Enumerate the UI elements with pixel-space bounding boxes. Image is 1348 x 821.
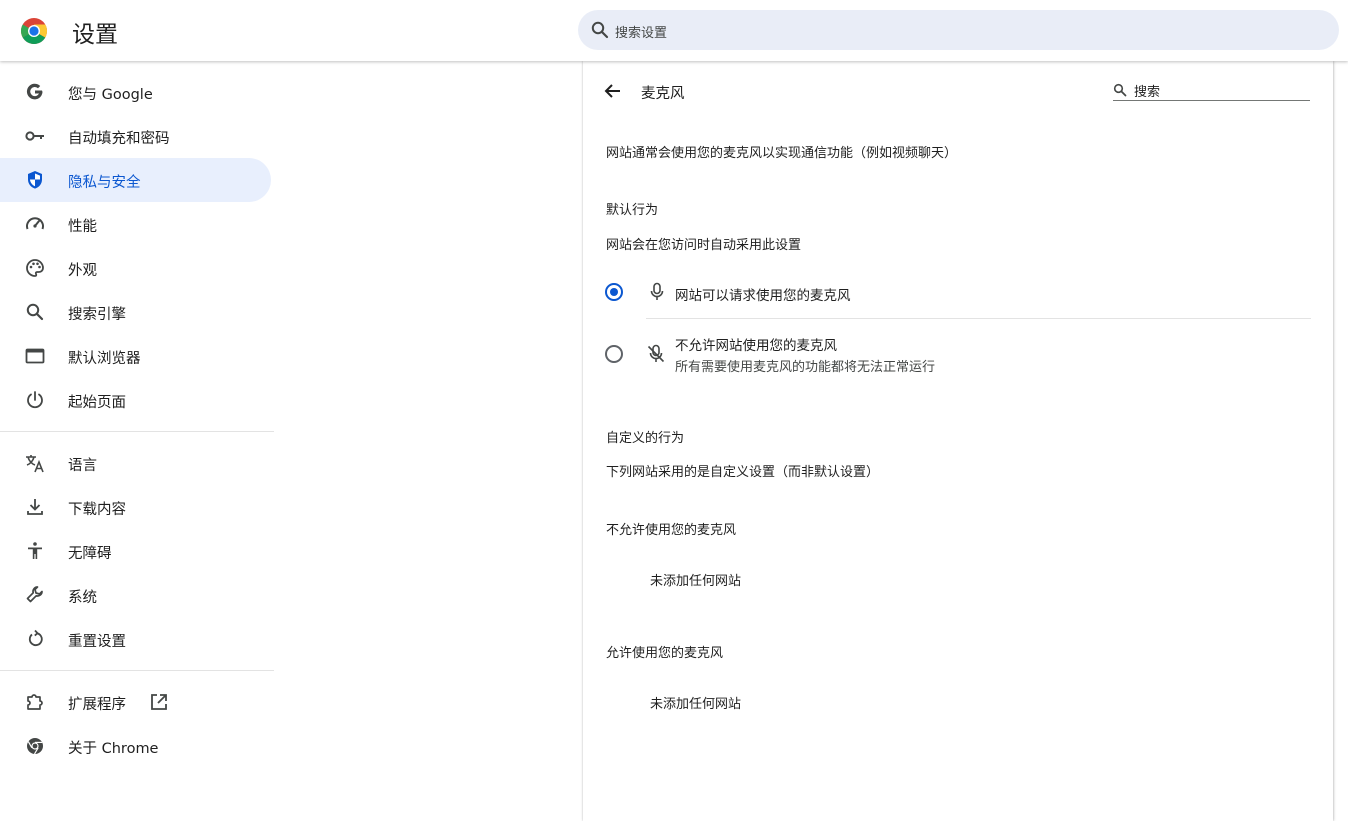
sidebar-item-default-browser[interactable]: 默认浏览器 (0, 334, 271, 378)
option-sublabel: 所有需要使用麦克风的功能都将无法正常运行 (675, 360, 936, 375)
radio-button[interactable] (605, 283, 623, 301)
option-allow-ask[interactable]: 网站可以请求使用您的麦克风 (583, 275, 1333, 319)
page-description: 网站通常会使用您的麦克风以实现通信功能（例如视频聊天） (606, 146, 958, 161)
sidebar-item-search-engine[interactable]: 搜索引擎 (0, 290, 271, 334)
key-icon (24, 125, 46, 147)
sidebar-item-label: 默认浏览器 (68, 351, 141, 367)
search-icon (24, 301, 46, 323)
back-arrow-icon[interactable] (603, 81, 623, 101)
option-block[interactable]: 不允许网站使用您的麦克风 所有需要使用麦克风的功能都将无法正常运行 (583, 331, 1333, 381)
sidebar-item-autofill[interactable]: 自动填充和密码 (0, 114, 271, 158)
sidebar-item-extensions[interactable]: 扩展程序 (0, 680, 271, 724)
search-label: 搜索 (1134, 85, 1161, 100)
sidebar-item-reset[interactable]: 重置设置 (0, 617, 271, 661)
radio-button[interactable] (605, 345, 623, 363)
palette-icon (24, 257, 46, 279)
sidebar-item-label: 扩展程序 (68, 697, 126, 713)
reset-icon (24, 628, 46, 650)
accessibility-icon (24, 540, 46, 562)
power-icon (24, 389, 46, 411)
sidebar-item-accessibility[interactable]: 无障碍 (0, 529, 271, 573)
sidebar-item-about-chrome[interactable]: 关于 Chrome (0, 724, 271, 768)
sidebar-item-you-and-google[interactable]: 您与 Google (0, 70, 271, 114)
sidebar-item-label: 自动填充和密码 (68, 131, 170, 147)
shield-icon (24, 169, 46, 191)
option-divider (646, 318, 1311, 319)
sidebar-item-languages[interactable]: 语言 (0, 441, 271, 485)
sidebar-item-performance[interactable]: 性能 (0, 202, 271, 246)
blocked-list-empty: 未添加任何网站 (650, 574, 742, 589)
sidebar-item-label: 性能 (68, 219, 97, 235)
sidebar-item-label: 关于 Chrome (68, 741, 159, 757)
translate-icon (24, 452, 46, 474)
microphone-off-icon (646, 344, 666, 364)
sidebar-item-label: 外观 (68, 263, 97, 279)
page-title: 麦克风 (641, 86, 685, 102)
option-label: 不允许网站使用您的麦克风 (675, 338, 837, 354)
sidebar-item-label: 起始页面 (68, 395, 126, 411)
option-label: 网站可以请求使用您的麦克风 (675, 288, 851, 304)
sidebar-item-label: 语言 (68, 458, 97, 474)
search-icon (591, 21, 609, 39)
sidebar: 您与 Google 自动填充和密码 隐私与安全 性能 外观 搜索引擎 默认浏览器… (0, 70, 274, 768)
search-icon (1113, 83, 1127, 97)
allowed-list-empty: 未添加任何网站 (650, 697, 742, 712)
google-g-icon (24, 81, 46, 103)
default-behavior-heading: 默认行为 (606, 203, 659, 218)
search-input[interactable]: 搜索设置 (615, 22, 667, 41)
sidebar-item-label: 重置设置 (68, 634, 126, 650)
microphone-settings-card: 麦克风 搜索 网站通常会使用您的麦克风以实现通信功能（例如视频聊天） 默认行为 … (583, 61, 1333, 821)
sidebar-divider (0, 670, 274, 671)
microphone-icon (648, 282, 666, 302)
page-search-input[interactable]: 搜索 (1113, 79, 1310, 101)
default-behavior-description: 网站会在您访问时自动采用此设置 (606, 238, 802, 253)
browser-window-icon (24, 345, 46, 367)
sidebar-item-label: 下载内容 (68, 502, 126, 518)
blocked-list-heading: 不允许使用您的麦克风 (606, 523, 737, 538)
chrome-logo-icon (20, 17, 48, 45)
puzzle-icon (24, 691, 46, 713)
open-in-new-icon (148, 691, 170, 713)
sidebar-item-label: 系统 (68, 590, 97, 606)
sidebar-divider (0, 431, 274, 432)
sidebar-item-downloads[interactable]: 下载内容 (0, 485, 271, 529)
sidebar-item-label: 搜索引擎 (68, 307, 126, 323)
sidebar-item-appearance[interactable]: 外观 (0, 246, 271, 290)
sidebar-item-on-startup[interactable]: 起始页面 (0, 378, 271, 422)
custom-behavior-heading: 自定义的行为 (606, 431, 685, 446)
top-bar: 设置 搜索设置 (0, 0, 1348, 61)
sidebar-item-label: 隐私与安全 (68, 175, 141, 191)
wrench-icon (24, 584, 46, 606)
sidebar-item-privacy[interactable]: 隐私与安全 (0, 158, 271, 202)
sidebar-item-system[interactable]: 系统 (0, 573, 271, 617)
download-icon (24, 496, 46, 518)
app-title: 设置 (72, 22, 118, 48)
settings-search-box[interactable]: 搜索设置 (578, 10, 1339, 50)
custom-behavior-description: 下列网站采用的是自定义设置（而非默认设置） (606, 465, 880, 480)
sidebar-item-label: 无障碍 (68, 546, 112, 562)
allowed-list-heading: 允许使用您的麦克风 (606, 646, 724, 661)
speedometer-icon (24, 213, 46, 235)
sidebar-item-label: 您与 Google (68, 87, 153, 103)
chrome-icon (24, 735, 46, 757)
